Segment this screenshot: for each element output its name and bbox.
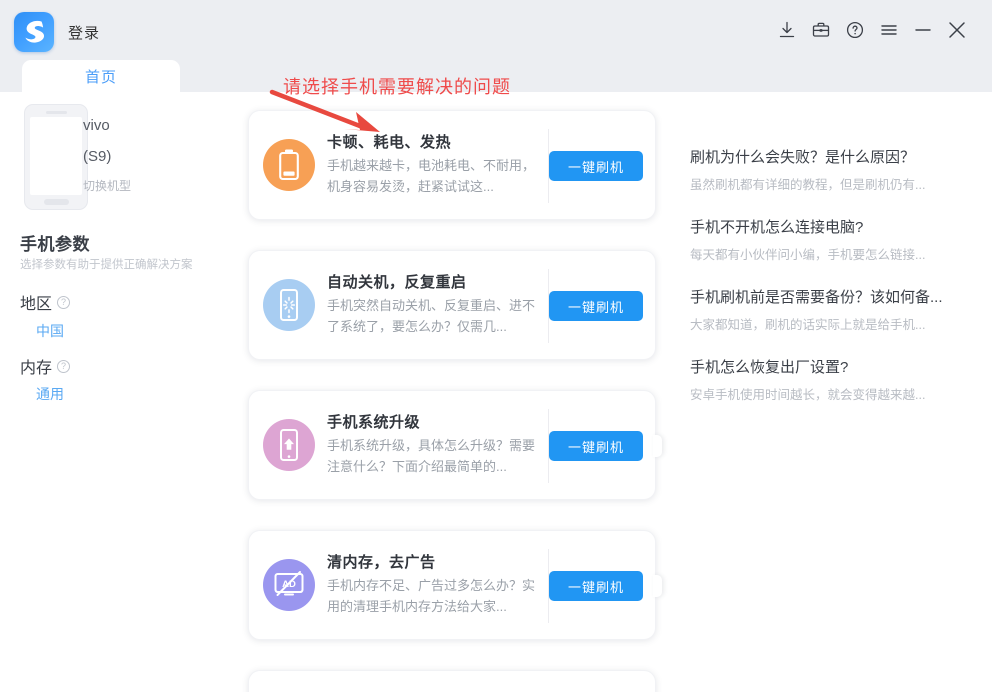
article-summary: 虽然刷机都有详细的教程，但是刷机仍有... bbox=[690, 174, 990, 193]
article-title: 手机不开机怎么连接电脑? bbox=[690, 216, 990, 237]
sidebar: vivo (S9) 切换机型 手机参数 选择参数有助于提供正确解决方案 地区 ?… bbox=[0, 92, 232, 692]
card-title: 清内存，去广告 bbox=[327, 551, 436, 572]
battery-low-icon bbox=[263, 139, 315, 191]
region-label-text: 地区 bbox=[20, 290, 52, 314]
flash-button[interactable]: 一键刷机 bbox=[549, 291, 643, 321]
menu-icon[interactable] bbox=[872, 13, 906, 47]
memory-field-value[interactable]: 通用 bbox=[36, 384, 64, 404]
problem-card-list: 卡顿、耗电、发热 手机越来越卡，电池耗电、不耐用，机身容易发烫，赶紧试试这...… bbox=[248, 92, 660, 692]
article-summary: 安卓手机使用时间越长，就会变得越来越... bbox=[690, 384, 990, 403]
tab-home-label: 首页 bbox=[85, 66, 117, 87]
minimize-icon[interactable] bbox=[906, 13, 940, 47]
title-bar: 登录 bbox=[0, 0, 992, 60]
phone-mockup-icon bbox=[24, 104, 88, 210]
problem-card[interactable]: AD 清内存，去广告 手机内存不足、广告过多怎么办？实用的清理手机内存方法给大家… bbox=[248, 530, 656, 640]
card-description: 手机内存不足、广告过多怎么办？实用的清理手机内存方法给大家... bbox=[327, 575, 541, 617]
phone-home-button bbox=[44, 199, 69, 205]
article-list: 刷机为什么会失败？是什么原因？ 虽然刷机都有详细的教程，但是刷机仍有... 手机… bbox=[690, 92, 990, 692]
card-description: 手机突然自动关机、反复重启、进不了系统了，要怎么办？仅需几... bbox=[327, 295, 541, 337]
article-item[interactable]: 手机怎么恢复出厂设置? 安卓手机使用时间越长，就会变得越来越... bbox=[690, 356, 990, 403]
phone-rebooting-icon bbox=[263, 279, 315, 331]
article-summary: 大家都知道，刷机的话实际上就是给手机... bbox=[690, 314, 990, 333]
problem-card[interactable]: 自动关机，反复重启 手机突然自动关机、反复重启、进不了系统了，要怎么办？仅需几.… bbox=[248, 250, 656, 360]
flash-button[interactable]: 一键刷机 bbox=[549, 571, 643, 601]
phone-screen bbox=[30, 117, 82, 195]
device-model: (S9) bbox=[83, 148, 111, 165]
card-title: 手机系统升级 bbox=[327, 411, 420, 432]
close-icon[interactable] bbox=[940, 13, 974, 47]
memory-label-text: 内存 bbox=[20, 354, 52, 378]
memory-field-label: 内存 ? bbox=[20, 354, 70, 378]
phone-params-subtitle: 选择参数有助于提供正确解决方案 bbox=[20, 256, 193, 272]
question-mark-icon[interactable]: ? bbox=[57, 296, 70, 309]
tab-home[interactable]: 首页 bbox=[22, 60, 180, 92]
flash-button[interactable]: 一键刷机 bbox=[549, 431, 643, 461]
device-brand: vivo bbox=[83, 117, 110, 134]
phone-upgrade-icon bbox=[263, 419, 315, 471]
region-field-value[interactable]: 中国 bbox=[36, 321, 64, 341]
problem-card[interactable]: 卡顿、耗电、发热 手机越来越卡，电池耗电、不耐用，机身容易发烫，赶紧试试这...… bbox=[248, 110, 656, 220]
card-description: 手机越来越卡，电池耗电、不耐用，机身容易发烫，赶紧试试这... bbox=[327, 155, 541, 197]
flash-button[interactable]: 一键刷机 bbox=[549, 151, 643, 181]
article-item[interactable]: 刷机为什么会失败？是什么原因？ 虽然刷机都有详细的教程，但是刷机仍有... bbox=[690, 146, 990, 193]
region-field-label: 地区 ? bbox=[20, 290, 70, 314]
card-title: 自动关机，反复重启 bbox=[327, 271, 467, 292]
app-logo-icon bbox=[14, 12, 54, 52]
article-summary: 每天都有小伙伴问小编，手机要怎么链接... bbox=[690, 244, 990, 263]
application-window: 登录 bbox=[0, 0, 992, 692]
window-controls bbox=[770, 13, 974, 47]
phone-speaker bbox=[46, 111, 67, 114]
card-title: 卡顿、耗电、发热 bbox=[327, 131, 451, 152]
help-icon[interactable] bbox=[838, 13, 872, 47]
question-mark-icon[interactable]: ? bbox=[57, 360, 70, 373]
problem-card[interactable] bbox=[248, 670, 656, 692]
content-area: vivo (S9) 切换机型 手机参数 选择参数有助于提供正确解决方案 地区 ?… bbox=[0, 92, 992, 692]
article-title: 刷机为什么会失败？是什么原因？ bbox=[690, 146, 990, 167]
article-title: 手机刷机前是否需要备份？该如何备... bbox=[690, 286, 990, 307]
phone-params-title: 手机参数 bbox=[20, 230, 90, 255]
annotation-text: 请选择手机需要解决的问题 bbox=[283, 73, 511, 99]
no-ads-icon: AD bbox=[263, 559, 315, 611]
article-item[interactable]: 手机刷机前是否需要备份？该如何备... 大家都知道，刷机的话实际上就是给手机..… bbox=[690, 286, 990, 333]
switch-device-link[interactable]: 切换机型 bbox=[83, 177, 131, 194]
download-icon[interactable] bbox=[770, 13, 804, 47]
card-description: 手机系统升级，具体怎么升级？需要注意什么？下面介绍最简单的... bbox=[327, 435, 541, 477]
toolbox-icon[interactable] bbox=[804, 13, 838, 47]
card-edge-nub bbox=[653, 575, 662, 597]
article-title: 手机怎么恢复出厂设置? bbox=[690, 356, 990, 377]
card-edge-nub bbox=[653, 435, 662, 457]
login-button[interactable]: 登录 bbox=[68, 22, 100, 43]
article-item[interactable]: 手机不开机怎么连接电脑? 每天都有小伙伴问小编，手机要怎么链接... bbox=[690, 216, 990, 263]
problem-card[interactable]: 手机系统升级 手机系统升级，具体怎么升级？需要注意什么？下面介绍最简单的... … bbox=[248, 390, 656, 500]
